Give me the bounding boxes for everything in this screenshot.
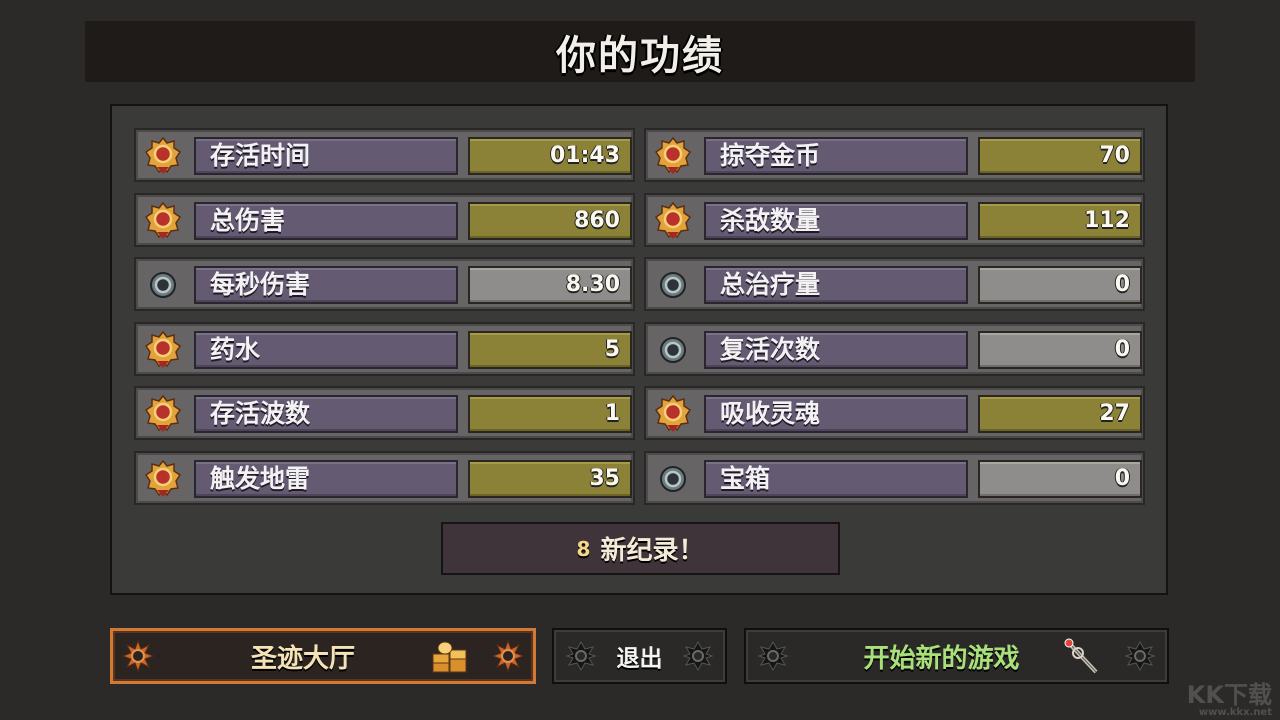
stat-row: 每秒伤害 8.30 (134, 257, 635, 311)
watermark-url: www.kkx.net (1198, 707, 1272, 718)
dark-emblem-icon (1124, 640, 1156, 672)
gold-medal-icon (144, 137, 182, 175)
stat-row: 宝箱 0 (644, 450, 1145, 505)
watermark: KK下载 www.kkx.net (1187, 682, 1272, 718)
sun-emblem-icon (491, 639, 525, 673)
coin-stack-icon (432, 641, 467, 673)
stat-label: 复活次数 (704, 330, 968, 369)
stat-label: 触发地雷 (194, 459, 458, 498)
stat-row: 总伤害 860 (134, 192, 635, 247)
stat-value: 860 (468, 201, 632, 240)
new-records-banner: 8 新纪录！ (441, 522, 840, 575)
stat-label: 药水 (194, 330, 458, 369)
new-game-button-label: 开始新的游戏 (863, 643, 1020, 674)
stat-value: 112 (978, 201, 1142, 240)
stat-row: 复活次数 0 (644, 321, 1145, 376)
staff-icon (1064, 638, 1098, 674)
stat-value: 8.30 (468, 266, 632, 304)
stat-value: 0 (978, 266, 1142, 304)
stat-value: 70 (978, 137, 1142, 175)
hall-of-miracles-button[interactable]: 圣迹大厅 (110, 628, 536, 684)
stat-value: 0 (978, 459, 1142, 498)
stat-label: 掠夺金币 (704, 137, 968, 175)
dark-emblem-icon (682, 640, 714, 672)
gold-medal-icon (654, 137, 692, 175)
stat-label: 每秒伤害 (194, 266, 458, 304)
gold-medal-icon (144, 395, 182, 433)
stats-panel: 存活时间 01:43 掠夺金币 70 总伤害 860 杀敌数量 112 每秒伤害 8.30 总治疗量… (110, 104, 1168, 595)
gold-medal-icon (144, 459, 182, 498)
silver-medal-icon (654, 331, 692, 369)
stat-value: 0 (978, 330, 1142, 369)
dark-emblem-icon (565, 640, 597, 672)
gold-medal-icon (144, 330, 182, 369)
exit-button[interactable]: 退出 (552, 628, 727, 684)
stat-value: 5 (468, 330, 632, 369)
stat-row: 杀敌数量 112 (644, 192, 1145, 247)
gold-medal-icon (654, 201, 692, 240)
new-records-count: 8 (576, 536, 591, 561)
stat-label: 杀敌数量 (704, 201, 968, 240)
stat-value: 1 (468, 395, 632, 433)
stat-row: 吸收灵魂 27 (644, 386, 1145, 440)
stat-label: 存活波数 (194, 395, 458, 433)
stat-label: 吸收灵魂 (704, 395, 968, 433)
stat-row: 总治疗量 0 (644, 257, 1145, 311)
stat-label: 存活时间 (194, 137, 458, 175)
gold-medal-icon (654, 395, 692, 433)
watermark-text: KK下载 (1186, 681, 1272, 709)
stat-row: 掠夺金币 70 (644, 128, 1145, 182)
stat-row: 药水 5 (134, 321, 635, 376)
title-bar: 你的功绩 (85, 21, 1195, 82)
stat-row: 触发地雷 35 (134, 450, 635, 505)
silver-medal-icon (654, 460, 692, 498)
sun-emblem-icon (121, 639, 155, 673)
silver-medal-icon (654, 266, 692, 304)
silver-medal-icon (144, 266, 182, 304)
stat-row: 存活波数 1 (134, 386, 635, 440)
new-records-label: 新纪录！ (600, 536, 705, 566)
stat-row: 存活时间 01:43 (134, 128, 635, 182)
stat-label: 宝箱 (704, 459, 968, 498)
exit-button-label: 退出 (616, 646, 663, 672)
stat-value: 01:43 (468, 137, 632, 175)
page-title: 你的功绩 (556, 32, 724, 79)
start-new-game-button[interactable]: 开始新的游戏 (744, 628, 1169, 684)
hall-button-label: 圣迹大厅 (250, 643, 355, 674)
gold-medal-icon (144, 201, 182, 240)
stat-value: 27 (978, 395, 1142, 433)
stat-label: 总治疗量 (704, 266, 968, 304)
stat-label: 总伤害 (194, 201, 458, 240)
dark-emblem-icon (757, 640, 789, 672)
stat-value: 35 (468, 459, 632, 498)
